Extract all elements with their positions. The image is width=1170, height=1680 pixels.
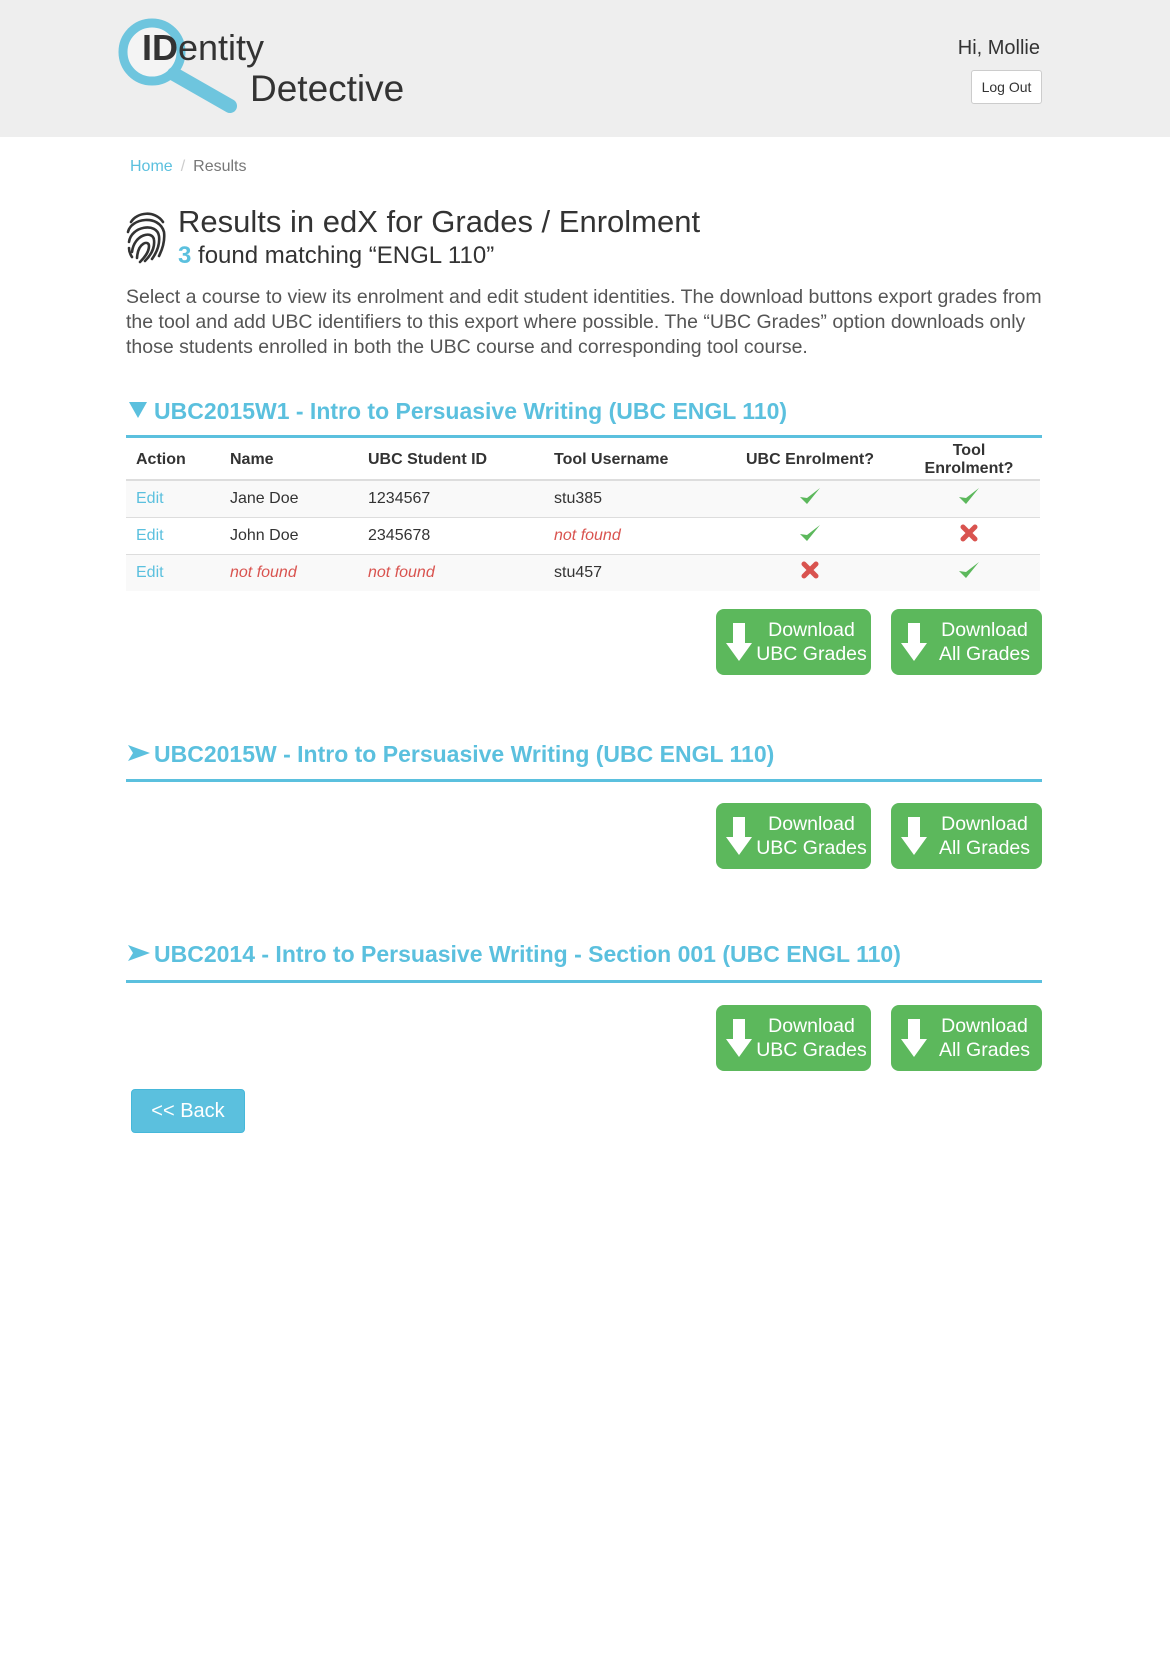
download-label: Download: [768, 619, 855, 641]
table-row: Edit not found not found stu457: [126, 553, 1040, 591]
cell-student-id: 1234567: [358, 479, 544, 517]
cell-name: John Doe: [220, 516, 358, 554]
cell-ubc-enrolment: [722, 553, 898, 591]
logo[interactable]: IDentity Detective: [118, 18, 418, 118]
cell-name: Jane Doe: [220, 479, 358, 517]
arrow-down-icon: [901, 623, 927, 664]
arrow-down-icon: [901, 817, 927, 858]
cell-tool-enrolment: [898, 553, 1040, 591]
table-header-row: Action Name UBC Student ID Tool Username…: [126, 440, 1040, 481]
cell-student-id: not found: [358, 553, 544, 591]
table-row: Edit John Doe 2345678 not found: [126, 516, 1040, 554]
course-section-title-2[interactable]: UBC2015W - Intro to Persuasive Writing (…: [128, 741, 774, 768]
cell-name: not found: [220, 553, 358, 591]
triangle-down-icon: [128, 398, 150, 425]
arrow-down-icon: [726, 623, 752, 664]
check-icon: [957, 488, 981, 510]
header-bar: IDentity Detective Hi, Mollie Log Out: [0, 0, 1170, 137]
header-action: Action: [126, 440, 220, 481]
cell-ubc-enrolment: [722, 516, 898, 554]
results-subtitle: 3 found matching “ENGL 110”: [178, 242, 494, 270]
user-greeting: Hi, Mollie: [957, 37, 1040, 59]
course-title-2: UBC2015W - Intro to Persuasive Writing (…: [154, 741, 775, 767]
fingerprint-icon: [126, 212, 166, 264]
cell-tool-enrolment: [898, 516, 1040, 554]
breadcrumb-current: Results: [193, 158, 247, 175]
arrow-right-icon: [128, 741, 150, 768]
download-ubc-grades-button[interactable]: Download UBC Grades: [716, 803, 871, 869]
check-icon: [798, 488, 822, 510]
breadcrumb: Home / Results: [130, 158, 247, 176]
section-divider: [126, 779, 1042, 782]
header-student-id: UBC Student ID: [358, 440, 544, 481]
cell-student-id: 2345678: [358, 516, 544, 554]
download-label: Download: [941, 619, 1028, 641]
header-ubc-enrolment: UBC Enrolment?: [722, 440, 898, 481]
edit-link[interactable]: Edit: [136, 490, 164, 507]
download-label: Download: [768, 1015, 855, 1037]
section-divider: [126, 980, 1042, 983]
download-label-sub: UBC Grades: [756, 1039, 867, 1061]
cell-tool-enrolment: [898, 479, 1040, 517]
download-label-sub: All Grades: [938, 1039, 1031, 1061]
download-label-sub: UBC Grades: [756, 837, 867, 859]
page-title: Results in edX for Grades / Enrolment: [178, 204, 701, 239]
results-count: 3: [178, 242, 192, 269]
edit-link[interactable]: Edit: [136, 527, 164, 544]
download-all-grades-button[interactable]: Download All Grades: [891, 1005, 1042, 1071]
check-icon: [798, 525, 822, 547]
arrow-down-icon: [726, 817, 752, 858]
check-icon: [957, 562, 981, 584]
cross-icon: [960, 524, 978, 546]
arrow-down-icon: [726, 1019, 752, 1060]
arrow-down-icon: [901, 1019, 927, 1060]
breadcrumb-home-link[interactable]: Home: [130, 158, 173, 175]
download-label-sub: All Grades: [938, 643, 1031, 665]
section-divider: [126, 435, 1042, 438]
download-label: Download: [941, 813, 1028, 835]
results-match-text: found matching “ENGL 110”: [191, 242, 495, 269]
cell-tool-username: stu457: [544, 553, 722, 591]
download-all-grades-button[interactable]: Download All Grades: [891, 803, 1042, 869]
logout-button[interactable]: Log Out: [971, 70, 1042, 104]
arrow-right-icon: [128, 941, 150, 968]
download-label: Download: [768, 813, 855, 835]
download-ubc-grades-button[interactable]: Download UBC Grades: [716, 1005, 871, 1071]
header-tool-enrolment: Tool Enrolment?: [898, 440, 1040, 481]
cross-icon: [801, 561, 819, 583]
breadcrumb-separator: /: [180, 158, 186, 175]
download-label-sub: All Grades: [938, 837, 1031, 859]
edit-link[interactable]: Edit: [136, 564, 164, 581]
cell-ubc-enrolment: [722, 479, 898, 517]
logo-text-line2: Detective: [250, 68, 405, 109]
download-all-grades-button[interactable]: Download All Grades: [891, 609, 1042, 675]
download-label-sub: UBC Grades: [756, 643, 867, 665]
header-name: Name: [220, 440, 358, 481]
cell-tool-username: not found: [544, 516, 722, 554]
download-ubc-grades-button[interactable]: Download UBC Grades: [716, 609, 871, 675]
enrolment-table: Action Name UBC Student ID Tool Username…: [126, 440, 1040, 591]
back-button[interactable]: << Back: [131, 1089, 245, 1133]
table-row: Edit Jane Doe 1234567 stu385: [126, 479, 1040, 517]
download-label: Download: [941, 1015, 1028, 1037]
header-tool-username: Tool Username: [544, 440, 722, 481]
intro-text: Select a course to view its enrolment an…: [126, 286, 1042, 358]
course-title-3: UBC2014 - Intro to Persuasive Writing - …: [154, 941, 901, 967]
course-title-1: UBC2015W1 - Intro to Persuasive Writing …: [154, 398, 788, 424]
course-section-title-1[interactable]: UBC2015W1 - Intro to Persuasive Writing …: [128, 398, 787, 425]
course-section-title-3[interactable]: UBC2014 - Intro to Persuasive Writing - …: [128, 941, 901, 968]
cell-tool-username: stu385: [544, 479, 722, 517]
logo-text-line1: IDentity: [142, 27, 265, 68]
